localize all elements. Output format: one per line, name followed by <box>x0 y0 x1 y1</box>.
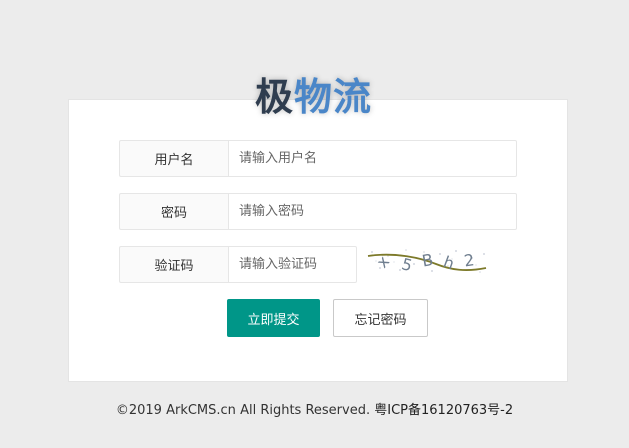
footer-copyright: ©2019 <box>115 403 162 418</box>
footer-rights: All Rights Reserved. <box>240 403 371 418</box>
password-row: 密码 <box>119 193 517 230</box>
captcha-char: 5 <box>400 254 415 275</box>
username-input[interactable] <box>228 140 517 177</box>
submit-button[interactable]: 立即提交 <box>227 299 320 337</box>
captcha-graphic: x 5 B h 2 <box>367 249 487 275</box>
captcha-char: 2 <box>463 250 476 270</box>
logo-part-1: 极 <box>255 75 295 119</box>
captcha-char: h <box>441 252 457 273</box>
username-label: 用户名 <box>119 140 228 177</box>
footer: ©2019 ArkCMS.cn All Rights Reserved. 粤IC… <box>0 400 629 422</box>
captcha-char: B <box>420 250 434 271</box>
footer-site-link[interactable]: ArkCMS.cn <box>166 403 236 418</box>
site-logo: 极物流 <box>255 72 372 122</box>
captcha-label: 验证码 <box>119 246 228 283</box>
login-page: 极物流 用户名 密码 验证码 <box>0 0 629 448</box>
footer-icp-link[interactable]: 粤ICP备16120763号-2 <box>374 403 513 418</box>
username-row: 用户名 <box>119 140 517 177</box>
captcha-input[interactable] <box>228 246 357 283</box>
password-input[interactable] <box>228 193 517 230</box>
logo-part-2: 物流 <box>294 75 373 119</box>
captcha-row: 验证码 <box>119 246 357 283</box>
login-card: 用户名 密码 验证码 <box>68 99 568 382</box>
captcha-image[interactable]: x 5 B h 2 <box>366 246 488 276</box>
forgot-password-button[interactable]: 忘记密码 <box>333 299 428 337</box>
password-label: 密码 <box>119 193 228 230</box>
